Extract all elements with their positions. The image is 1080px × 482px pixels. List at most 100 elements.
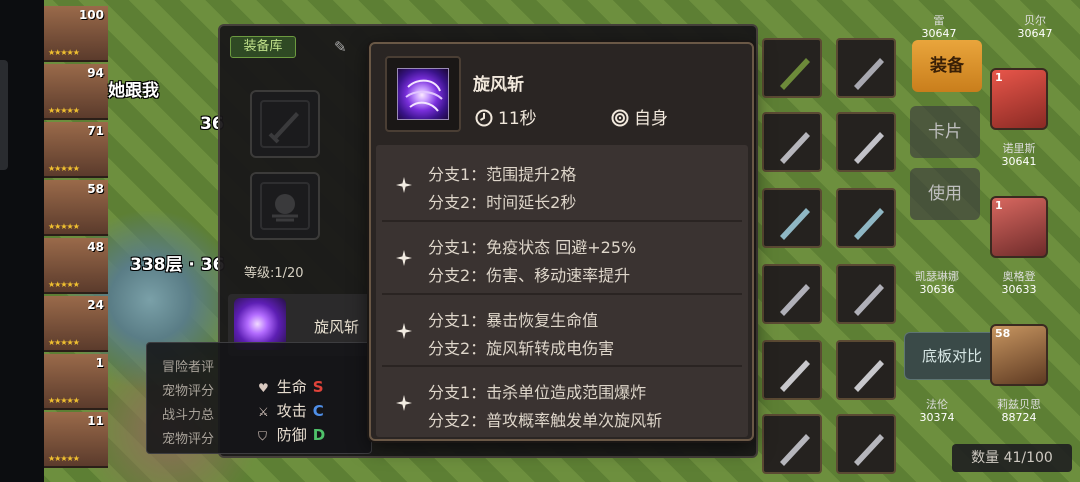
hero-name: 贝尔 [1024, 14, 1046, 27]
equip-button[interactable]: 装备 [912, 40, 982, 92]
star-icon: ★★★★★ [48, 106, 80, 115]
compare-button[interactable]: 底板对比 [904, 332, 1000, 380]
floor-indicator: 338层 · 36 [130, 255, 225, 275]
sword-icon [854, 284, 884, 316]
stat-grade: C [312, 402, 324, 420]
sword-icon [780, 360, 810, 392]
skill-row-name: 旋风斩 [314, 318, 360, 336]
hero-portrait[interactable]: 58 [990, 324, 1048, 386]
branch-2-text: 分支2：伤害、移动速率提升 [428, 266, 631, 285]
stat-label: 生命 [276, 378, 307, 396]
stat-grade: D [312, 426, 326, 444]
branch-2-text: 分支2：普攻概率触发单次旋风斩 [428, 411, 663, 430]
hero-name-card: 凯瑟琳娜 30636 [904, 270, 970, 296]
inventory-weapon[interactable] [836, 112, 896, 172]
stat-grade: S [312, 378, 324, 396]
hero-level: 58 [87, 182, 104, 196]
pencil-icon[interactable]: ✎ [334, 38, 352, 56]
skill-name: 旋风斩 [473, 75, 524, 95]
hero-list: 100 ★★★★★ 94 ★★★★★ 71 ★★★★★ 58 ★★★★★ 48 ★★★★★… [44, 0, 108, 482]
hero-slot[interactable]: 100 ★★★★★ [44, 6, 108, 62]
branch-2-text: 分支2：时间延长2秒 [428, 193, 577, 212]
accessory-slot[interactable] [250, 172, 320, 240]
hero-slot[interactable]: 48 ★★★★★ [44, 238, 108, 294]
sword-icon [854, 434, 884, 466]
star-icon: ★★★★★ [48, 48, 80, 57]
hero-power: 30636 [919, 283, 955, 296]
hero-level: 1 [95, 356, 104, 370]
inventory-weapon[interactable] [836, 264, 896, 324]
whirlwind-swirl [405, 79, 443, 112]
hero-name-card: 雷 30647 [906, 14, 972, 40]
inventory-weapon[interactable] [836, 340, 896, 400]
inventory-weapon[interactable] [762, 264, 822, 324]
hero-portrait[interactable]: 1 [990, 196, 1048, 258]
sword-icon [854, 208, 884, 240]
target-icon [611, 109, 629, 127]
hero-slot[interactable]: 11 ★★★★★ [44, 412, 108, 468]
hero-power: 88724 [1001, 411, 1037, 424]
portrait-level: 1 [995, 199, 1003, 212]
hero-power: 30647 [1017, 27, 1053, 40]
inventory-weapon[interactable] [762, 112, 822, 172]
equipment-store-tab[interactable]: 装备库 [230, 36, 296, 58]
sword-icon [854, 132, 884, 164]
portrait-level: 1 [995, 71, 1003, 84]
sword-icon [780, 132, 810, 164]
hero-power: 30641 [1001, 155, 1037, 168]
hero-level: 48 [87, 240, 104, 254]
sword-icon [780, 434, 810, 466]
inventory-weapon[interactable] [762, 188, 822, 248]
inventory-count: 数量 41/100 [952, 444, 1072, 472]
hero-level: 100 [78, 8, 104, 22]
hero-name-card: 莉兹贝思 88724 [986, 398, 1052, 424]
star-icon: ★★★★★ [48, 164, 80, 173]
inventory-weapon[interactable] [836, 414, 896, 474]
star-icon: ★★★★★ [48, 222, 80, 231]
inventory-weapon[interactable] [762, 414, 822, 474]
hero-slot[interactable]: 94 ★★★★★ [44, 64, 108, 120]
hero-power: 30374 [919, 411, 955, 424]
branch-2-text: 分支2：旋风斩转成电伤害 [428, 339, 615, 358]
star-icon: ★★★★★ [48, 396, 80, 405]
weapon-slot[interactable] [250, 90, 320, 158]
hero-slot[interactable]: 24 ★★★★★ [44, 296, 108, 352]
stat-label: 防御 [276, 426, 307, 444]
hero-name: 诺里斯 [1002, 142, 1036, 155]
branch-1-text: 分支1：击杀单位造成范围爆炸 [428, 383, 647, 402]
whirlwind-skill-icon [397, 68, 449, 120]
hero-name: 法伦 [926, 398, 948, 411]
hero-level: 71 [87, 124, 104, 138]
use-button[interactable]: 使用 [910, 168, 980, 220]
sword-icon [268, 112, 299, 144]
inventory-weapon[interactable] [836, 188, 896, 248]
inventory-weapon[interactable] [762, 340, 822, 400]
hero-level: 24 [87, 298, 104, 312]
hero-slot[interactable]: 1 ★★★★★ [44, 354, 108, 410]
hero-power: 30633 [1001, 283, 1037, 296]
skill-target: 自身 [611, 104, 668, 129]
card-button[interactable]: 卡片 [910, 106, 980, 158]
sword-icon: ⚔ [258, 405, 269, 419]
hero-level: 11 [87, 414, 104, 428]
inventory-weapon[interactable] [836, 38, 896, 98]
skill-icon-frame [385, 56, 461, 132]
inventory-weapon[interactable] [762, 38, 822, 98]
branch-option: 分支1：范围提升2格 分支2：时间延长2秒 [376, 147, 748, 219]
sword-icon [854, 360, 884, 392]
skill-cooldown: 11秒 [475, 104, 537, 129]
star-icon: ★★★★★ [48, 338, 80, 347]
branch-1-text: 分支1：免疫状态 回避+25% [428, 238, 637, 257]
hero-name-card: 诺里斯 30641 [986, 142, 1052, 168]
sword-icon [780, 208, 810, 240]
hero-power: 30647 [921, 27, 957, 40]
hero-slot[interactable]: 58 ★★★★★ [44, 180, 108, 236]
hero-level: 94 [87, 66, 104, 80]
edge-handle [0, 60, 8, 170]
sparkle-icon [396, 177, 412, 193]
star-icon: ★★★★★ [48, 280, 80, 289]
hero-name: 莉兹贝思 [997, 398, 1041, 411]
hero-portrait[interactable]: 1 [990, 68, 1048, 130]
clock-icon [475, 109, 493, 127]
hero-slot[interactable]: 71 ★★★★★ [44, 122, 108, 178]
